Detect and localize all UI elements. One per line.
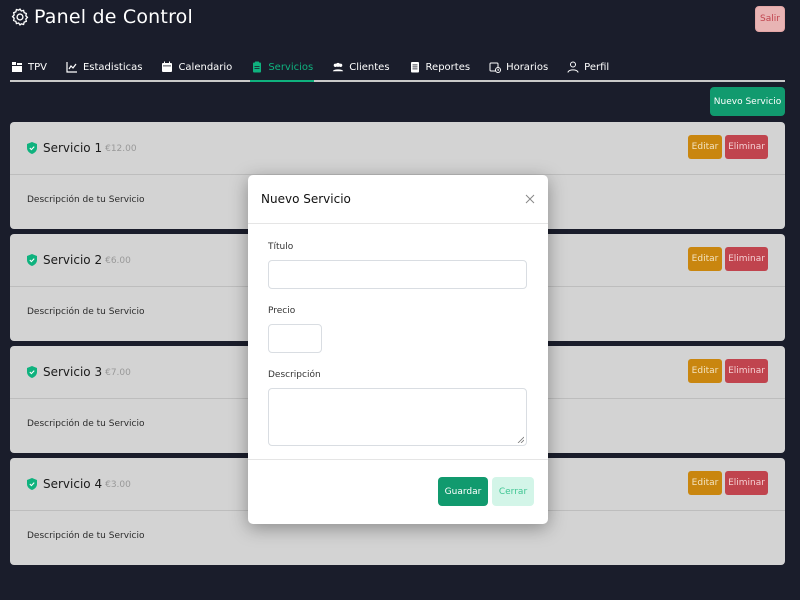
modal-footer: Guardar Cerrar — [248, 460, 548, 523]
description-label: Descripción — [268, 370, 321, 380]
price-input[interactable] — [268, 324, 322, 353]
price-label: Precio — [268, 306, 296, 316]
modal-body: Título Precio Descripción — [248, 224, 548, 460]
close-button[interactable]: Cerrar — [492, 477, 534, 506]
save-button[interactable]: Guardar — [438, 477, 488, 506]
modal-header: Nuevo Servicio — [248, 175, 548, 224]
title-label: Título — [268, 242, 294, 252]
title-input[interactable] — [268, 260, 527, 289]
close-icon[interactable] — [525, 194, 535, 204]
new-service-modal: Nuevo Servicio Título Precio Descripción… — [248, 175, 548, 524]
resize-handle-icon[interactable] — [517, 436, 524, 443]
modal-title: Nuevo Servicio — [261, 192, 351, 206]
description-textarea[interactable] — [268, 388, 527, 446]
